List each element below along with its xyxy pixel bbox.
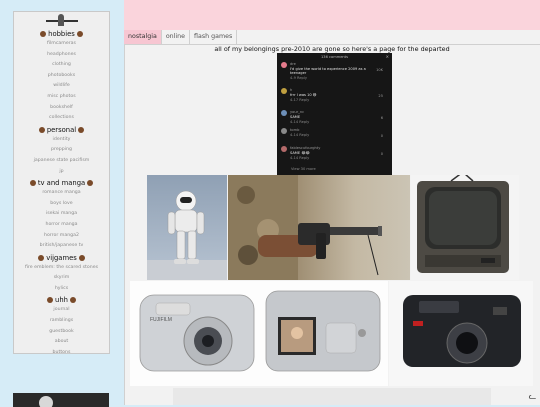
sidebar-link[interactable]: japanese state pacifism (14, 156, 109, 167)
sidebar-link[interactable]: journal (14, 305, 109, 316)
close-icon: × (385, 54, 389, 59)
comment-text: I'd give the world to experience 2009 as… (290, 66, 366, 76)
sidebar-link[interactable]: wildlife (14, 81, 109, 92)
sidebar-section-vijgames: vijgames (14, 254, 109, 263)
sidebar-link[interactable]: headphones (14, 50, 109, 61)
sidebar-link[interactable]: jp (14, 167, 109, 178)
header-banner (124, 0, 540, 30)
face-icon (78, 126, 85, 133)
tiktok-comments-screenshot: 136 comments × dre I'd give the world to … (277, 53, 392, 175)
face-icon (87, 180, 94, 187)
tab-bar: nostalgia online flash games (124, 30, 238, 44)
sidebar-section-label: vijgames (46, 253, 77, 262)
sidebar-section-label: uhh (55, 296, 68, 305)
tab-flash-games[interactable]: flash games (190, 30, 238, 44)
comment-likes: 25 (378, 94, 383, 98)
face-icon (78, 254, 85, 261)
sidebar-link[interactable]: prepping (14, 145, 109, 156)
svg-text:FUJIFILM: FUJIFILM (150, 317, 172, 323)
face-icon (38, 254, 45, 261)
sidebar-section-label: personal (46, 125, 77, 134)
tiktok-comment: tomb 4-14 Reply 0 (281, 128, 388, 146)
comment-likes: 10K (376, 68, 383, 72)
sidebar-link[interactable]: buttons (14, 348, 109, 353)
sidebar-section-personal: personal (14, 126, 109, 135)
tab-online[interactable]: online (161, 30, 191, 44)
sidebar-link[interactable]: bookshelf (14, 103, 109, 114)
comment-meta: 4-17 Reply (290, 97, 310, 102)
avatar (281, 146, 287, 152)
sidebar-section-uhh: uhh (14, 296, 109, 305)
sidebar-link[interactable]: guestbook (14, 327, 109, 338)
comment-likes: 0 (380, 134, 383, 138)
comment-likes: 6 (380, 116, 383, 120)
comment-text: SAME 😂😂 (290, 150, 310, 155)
sidebar-link[interactable]: horror manga2 (14, 231, 109, 242)
sidebar-section-tv-and-manga: tv and manga (14, 179, 109, 188)
silver-digital-cameras-photo: FUJIFILM (130, 281, 388, 386)
face-icon (29, 180, 36, 187)
comments-count: 136 comments (321, 55, 348, 59)
comment-meta: 4-14 Reply (290, 155, 310, 160)
avatar (281, 128, 287, 134)
sidebar-link[interactable]: hylics (14, 284, 109, 295)
tiktok-comment: your_nc SAME 4-14 Reply 6 (281, 110, 388, 128)
sidebar-link[interactable]: ramblings (14, 316, 109, 327)
sidebar-logo (42, 14, 82, 28)
sidebar-link[interactable]: skyrim (14, 273, 109, 284)
sidebar-link[interactable]: boys love (14, 199, 109, 210)
asimo-robot-photo (147, 175, 227, 280)
sidebar-section-hobbies: hobbies (14, 30, 109, 39)
comment-text: SAME (290, 114, 301, 119)
face-icon (69, 297, 76, 304)
black-film-camera-photo (389, 281, 533, 386)
face-icon (40, 31, 47, 37)
tiktok-comment: fablescufourghty SAME 😂😂 4-14 Reply 0 (281, 146, 388, 164)
sidebar-section-label: hobbies (48, 30, 75, 38)
tiktok-comment: h frrr I was 10 😅 4-17 Reply 25 (281, 88, 388, 106)
sidebar: hobbies filmcameras headphones clothing phot… (13, 11, 110, 354)
sidebar-link[interactable]: about (14, 337, 109, 348)
comment-meta: 4-9 Reply (290, 76, 307, 80)
avatar (281, 62, 287, 68)
sidebar-link[interactable]: romance manga (14, 188, 109, 199)
crt-television-photo (411, 175, 519, 280)
comment-text: frrr I was 10 😅 (290, 92, 317, 97)
sidebar-link[interactable]: collections (14, 113, 109, 124)
sidebar-link[interactable]: isekai manga (14, 209, 109, 220)
tab-nostalgia[interactable]: nostalgia (124, 30, 162, 44)
cat-icon[interactable]: ᓚ (527, 392, 538, 403)
sidebar-section-label: tv and manga (37, 179, 86, 188)
tiktok-comment: dre I'd give the world to experience 2009… (281, 62, 388, 80)
face-icon (47, 297, 54, 304)
avatar (281, 88, 287, 94)
comment-meta: 4-14 Reply (290, 132, 310, 137)
sidebar-link[interactable]: british/japanese tv (14, 241, 109, 252)
more-photos-row (173, 388, 491, 405)
avatar (281, 110, 287, 116)
soldier-device-photo (228, 175, 410, 280)
sidebar-link[interactable]: horror manga (14, 220, 109, 231)
sidebar-link[interactable]: misc photos (14, 92, 109, 103)
sidebar-link[interactable]: identity (14, 135, 109, 146)
sidebar-link[interactable]: filmcameras (14, 39, 109, 50)
comment-meta: 4-14 Reply (290, 119, 310, 124)
sidebar-link[interactable]: fire emblem: the scared stones (14, 263, 109, 274)
sidebar-link[interactable]: clothing (14, 60, 109, 71)
comment-likes: 0 (380, 152, 383, 156)
sidebar-list: hobbies filmcameras headphones clothing phot… (14, 30, 109, 353)
sidebar-link[interactable]: photobooks (14, 71, 109, 82)
view-more-replies: View 30 more (291, 167, 316, 171)
face-icon (38, 126, 45, 133)
face-icon (76, 31, 83, 37)
